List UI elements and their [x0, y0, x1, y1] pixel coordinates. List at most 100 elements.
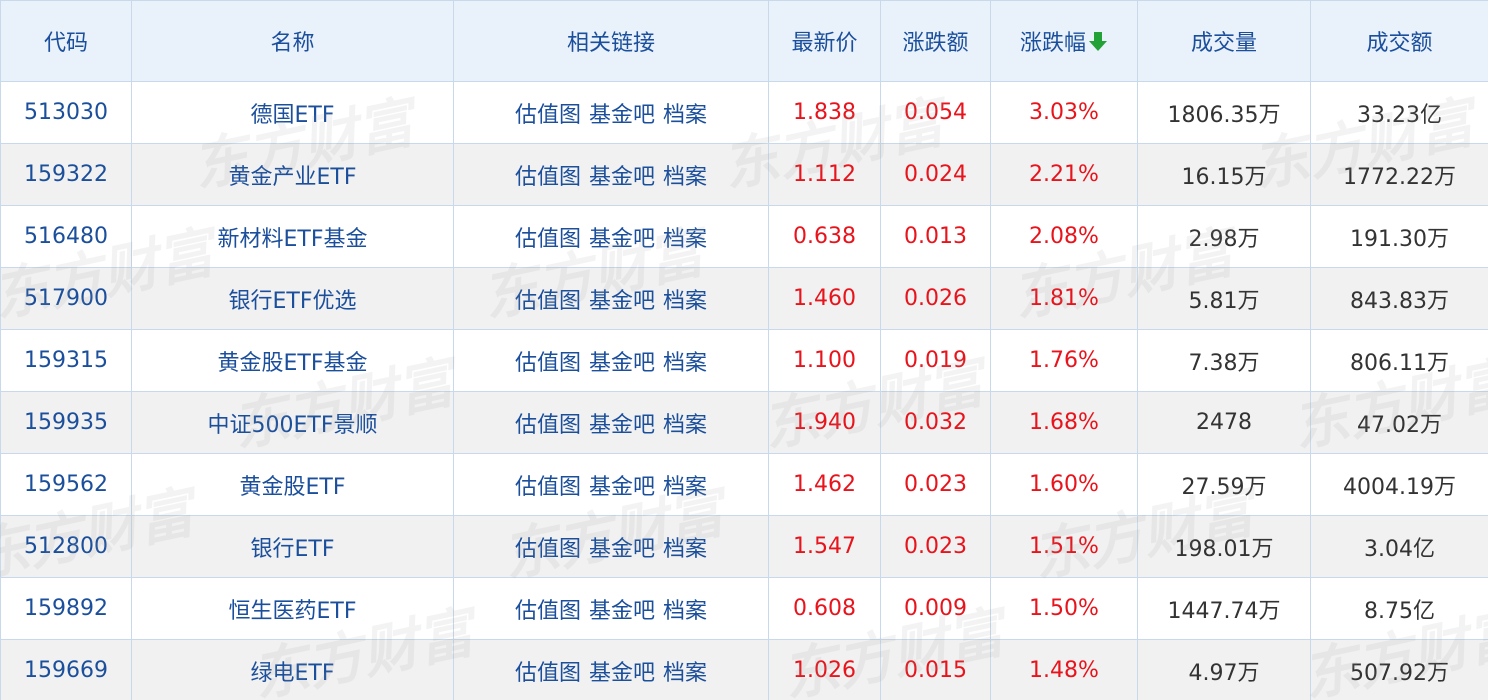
table-row: 513030 德国ETF 估值图 基金吧 档案 1.838 0.054 3.03% 1806.3…	[0, 81, 1488, 144]
related-link[interactable]: 基金吧	[589, 661, 655, 686]
related-link[interactable]: 估值图	[515, 351, 581, 376]
arrow-down-icon[interactable]	[1088, 30, 1108, 58]
related-link[interactable]: 档案	[663, 599, 707, 624]
latest-price: 1.100	[768, 329, 881, 392]
related-link[interactable]: 基金吧	[589, 103, 655, 128]
trade-volume: 1806.35万	[1137, 81, 1311, 144]
related-link[interactable]: 基金吧	[589, 475, 655, 500]
related-link[interactable]: 基金吧	[589, 289, 655, 314]
change-percent: 2.21%	[990, 143, 1138, 206]
fund-code[interactable]: 159892	[0, 577, 132, 640]
change-percent: 2.08%	[990, 205, 1138, 268]
related-link[interactable]: 档案	[663, 413, 707, 438]
change-amount: 0.026	[880, 267, 991, 330]
header-code[interactable]: 代码	[0, 0, 132, 82]
related-link[interactable]: 档案	[663, 165, 707, 190]
change-amount: 0.015	[880, 639, 991, 700]
table-row: 517900 银行ETF优选 估值图 基金吧 档案 1.460 0.026 1.81% 5.81…	[0, 267, 1488, 330]
trade-turnover: 33.23亿	[1310, 81, 1488, 144]
trade-volume: 1447.74万	[1137, 577, 1311, 640]
fund-code[interactable]: 516480	[0, 205, 132, 268]
fund-code[interactable]: 513030	[0, 81, 132, 144]
table-row: 159562 黄金股ETF 估值图 基金吧 档案 1.462 0.023 1.60% 27.59…	[0, 453, 1488, 516]
table-header-row: 代码 名称 相关链接 最新价 涨跌额 涨跌幅 成交量 成交额	[0, 0, 1488, 82]
fund-code[interactable]: 517900	[0, 267, 132, 330]
related-link[interactable]: 档案	[663, 289, 707, 314]
header-change[interactable]: 涨跌额	[880, 0, 991, 82]
related-link[interactable]: 档案	[663, 227, 707, 252]
trade-volume: 7.38万	[1137, 329, 1311, 392]
related-links: 估值图 基金吧 档案	[453, 143, 769, 206]
related-link[interactable]: 档案	[663, 537, 707, 562]
related-link[interactable]: 估值图	[515, 165, 581, 190]
related-links: 估值图 基金吧 档案	[453, 329, 769, 392]
related-link[interactable]: 档案	[663, 103, 707, 128]
related-link[interactable]: 基金吧	[589, 165, 655, 190]
fund-code[interactable]: 159315	[0, 329, 132, 392]
related-link[interactable]: 估值图	[515, 413, 581, 438]
latest-price: 1.547	[768, 515, 881, 578]
related-link[interactable]: 档案	[663, 351, 707, 376]
fund-name[interactable]: 黄金股ETF	[131, 453, 454, 516]
fund-code[interactable]: 159562	[0, 453, 132, 516]
header-turnover[interactable]: 成交额	[1310, 0, 1488, 82]
latest-price: 0.638	[768, 205, 881, 268]
table-row: 516480 新材料ETF基金 估值图 基金吧 档案 0.638 0.013 2.08% 2.9…	[0, 205, 1488, 268]
trade-turnover: 47.02万	[1310, 391, 1488, 454]
related-link[interactable]: 估值图	[515, 599, 581, 624]
change-amount: 0.023	[880, 515, 991, 578]
change-amount: 0.023	[880, 453, 991, 516]
fund-code[interactable]: 159322	[0, 143, 132, 206]
fund-code[interactable]: 159669	[0, 639, 132, 700]
related-link[interactable]: 基金吧	[589, 537, 655, 562]
trade-volume: 27.59万	[1137, 453, 1311, 516]
fund-name[interactable]: 黄金股ETF基金	[131, 329, 454, 392]
related-link[interactable]: 基金吧	[589, 227, 655, 252]
change-amount: 0.009	[880, 577, 991, 640]
trade-volume: 16.15万	[1137, 143, 1311, 206]
latest-price: 1.026	[768, 639, 881, 700]
related-links: 估值图 基金吧 档案	[453, 639, 769, 700]
fund-name[interactable]: 银行ETF	[131, 515, 454, 578]
fund-name[interactable]: 恒生医药ETF	[131, 577, 454, 640]
fund-code[interactable]: 512800	[0, 515, 132, 578]
trade-turnover: 806.11万	[1310, 329, 1488, 392]
table-row: 512800 银行ETF 估值图 基金吧 档案 1.547 0.023 1.51% 198.01…	[0, 515, 1488, 578]
trade-turnover: 4004.19万	[1310, 453, 1488, 516]
related-link[interactable]: 估值图	[515, 103, 581, 128]
related-link[interactable]: 档案	[663, 661, 707, 686]
fund-name[interactable]: 新材料ETF基金	[131, 205, 454, 268]
trade-volume: 5.81万	[1137, 267, 1311, 330]
fund-name[interactable]: 银行ETF优选	[131, 267, 454, 330]
trade-volume: 198.01万	[1137, 515, 1311, 578]
header-price[interactable]: 最新价	[768, 0, 881, 82]
related-links: 估值图 基金吧 档案	[453, 577, 769, 640]
table-row: 159315 黄金股ETF基金 估值图 基金吧 档案 1.100 0.019 1.76% 7.3…	[0, 329, 1488, 392]
fund-name[interactable]: 德国ETF	[131, 81, 454, 144]
related-link[interactable]: 基金吧	[589, 351, 655, 376]
table-body: 513030 德国ETF 估值图 基金吧 档案 1.838 0.054 3.03% 1806.3…	[0, 81, 1488, 700]
fund-name[interactable]: 绿电ETF	[131, 639, 454, 700]
header-name[interactable]: 名称	[131, 0, 454, 82]
trade-volume: 2.98万	[1137, 205, 1311, 268]
related-link[interactable]: 档案	[663, 475, 707, 500]
fund-code[interactable]: 159935	[0, 391, 132, 454]
change-amount: 0.013	[880, 205, 991, 268]
related-link[interactable]: 估值图	[515, 227, 581, 252]
related-link[interactable]: 基金吧	[589, 599, 655, 624]
fund-name[interactable]: 中证500ETF景顺	[131, 391, 454, 454]
latest-price: 1.940	[768, 391, 881, 454]
header-change-pct[interactable]: 涨跌幅	[990, 0, 1138, 82]
table-row: 159935 中证500ETF景顺 估值图 基金吧 档案 1.940 0.032 1.68% 2…	[0, 391, 1488, 454]
related-link[interactable]: 估值图	[515, 537, 581, 562]
related-link[interactable]: 估值图	[515, 661, 581, 686]
related-link[interactable]: 基金吧	[589, 413, 655, 438]
related-link[interactable]: 估值图	[515, 289, 581, 314]
header-volume[interactable]: 成交量	[1137, 0, 1311, 82]
table-row: 159892 恒生医药ETF 估值图 基金吧 档案 0.608 0.009 1.50% 1447…	[0, 577, 1488, 640]
change-percent: 3.03%	[990, 81, 1138, 144]
related-link[interactable]: 估值图	[515, 475, 581, 500]
fund-name[interactable]: 黄金产业ETF	[131, 143, 454, 206]
table-row: 159669 绿电ETF 估值图 基金吧 档案 1.026 0.015 1.48% 4.97万 5…	[0, 639, 1488, 700]
change-percent: 1.48%	[990, 639, 1138, 700]
